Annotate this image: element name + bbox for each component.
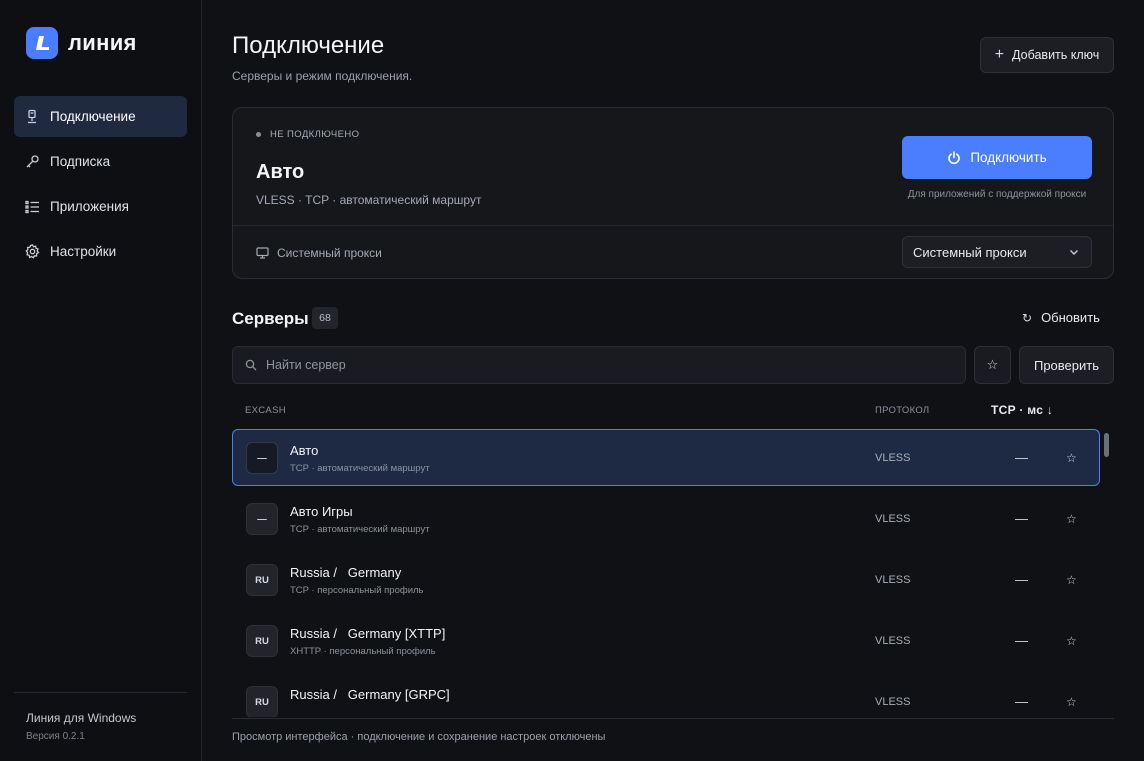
server-ping: — bbox=[1015, 450, 1028, 465]
list-scrollbar[interactable] bbox=[1104, 433, 1109, 457]
search-icon bbox=[245, 359, 257, 371]
add-key-label: Добавить ключ bbox=[1012, 48, 1100, 62]
refresh-label: Обновить bbox=[1041, 310, 1100, 325]
refresh-button[interactable]: ↻ Обновить bbox=[1022, 310, 1100, 325]
proxy-label-text: Системный прокси bbox=[277, 246, 382, 260]
chevron-down-icon bbox=[1068, 246, 1080, 258]
app-name: линия bbox=[68, 30, 137, 55]
sidebar-item-label: Настройки bbox=[50, 244, 117, 259]
proxy-mode-value: Системный прокси bbox=[913, 244, 1027, 260]
server-row[interactable]: — Авто TCP · автоматический маршрут VLES… bbox=[232, 429, 1100, 486]
server-ping: — bbox=[1015, 633, 1028, 648]
servers-title: Серверы bbox=[232, 309, 309, 328]
server-row[interactable]: — Авто Игры TCP · автоматический маршрут… bbox=[232, 490, 1100, 547]
connect-hint: Для приложений с поддержкой прокси bbox=[907, 189, 1087, 200]
server-protocol: VLESS bbox=[875, 635, 911, 647]
search-input[interactable] bbox=[266, 358, 866, 372]
country-badge: RU bbox=[246, 686, 278, 717]
connection-server-name: Авто bbox=[256, 161, 305, 183]
server-row[interactable]: RU Russia / Germany [XTTP] XHTTP · персо… bbox=[232, 612, 1100, 669]
server-ping: — bbox=[1015, 511, 1028, 526]
server-name: Авто bbox=[290, 443, 319, 458]
favorite-star-icon[interactable]: ☆ bbox=[1066, 512, 1077, 526]
favorites-filter-button[interactable]: ☆ bbox=[974, 346, 1011, 384]
monitor-icon bbox=[256, 247, 269, 259]
connection-status: НЕ ПОДКЛЮЧЕНО bbox=[256, 129, 359, 140]
server-name: Russia / Germany bbox=[290, 565, 402, 580]
sidebar: линия Подключение Подписка Приложения На… bbox=[0, 0, 202, 761]
country-badge: RU bbox=[246, 564, 278, 596]
server-details: TCP · персональный профиль bbox=[290, 585, 424, 596]
sidebar-nav: Подключение Подписка Приложения Настройк… bbox=[14, 96, 187, 276]
server-ping: — bbox=[1015, 694, 1028, 709]
server-ping: — bbox=[1015, 572, 1028, 587]
favorite-star-icon[interactable]: ☆ bbox=[1066, 573, 1077, 587]
favorite-star-icon[interactable]: ☆ bbox=[1066, 451, 1077, 465]
sidebar-item-connection[interactable]: Подключение bbox=[14, 96, 187, 137]
country-badge: — bbox=[246, 503, 278, 535]
sidebar-divider bbox=[14, 692, 187, 693]
footer-divider bbox=[232, 718, 1114, 719]
server-details: TCP · автоматический маршрут bbox=[290, 463, 430, 474]
connect-label: Подключить bbox=[970, 150, 1047, 165]
app-footer-title: Линия для Windows bbox=[26, 711, 137, 725]
proxy-mode-select[interactable]: Системный прокси bbox=[902, 236, 1092, 268]
server-name: Авто Игры bbox=[290, 504, 353, 519]
sidebar-item-label: Приложения bbox=[50, 199, 129, 214]
check-servers-button[interactable]: Проверить bbox=[1019, 346, 1114, 384]
server-protocol: VLESS bbox=[875, 574, 911, 586]
plus-icon: + bbox=[994, 46, 1005, 63]
server-row[interactable]: RU Russia / Germany TCP · персональный п… bbox=[232, 551, 1100, 608]
server-name: Russia / Germany [XTTP] bbox=[290, 626, 446, 641]
country-badge: — bbox=[246, 442, 278, 474]
server-details: TCP · автоматический маршрут bbox=[290, 524, 430, 535]
connection-card: НЕ ПОДКЛЮЧЕНО Авто VLESS · TCP · автомат… bbox=[232, 107, 1114, 279]
server-protocol: VLESS bbox=[875, 696, 911, 708]
favorite-star-icon[interactable]: ☆ bbox=[1066, 695, 1077, 709]
server-details: XHTTP · персональный профиль bbox=[290, 646, 436, 657]
app-version: Версия 0.2.1 bbox=[26, 731, 85, 742]
connect-button[interactable]: Подключить bbox=[902, 136, 1092, 179]
star-icon: ☆ bbox=[986, 357, 999, 372]
card-divider bbox=[233, 225, 1113, 226]
server-row[interactable]: RU Russia / Germany [GRPC] VLESS — ☆ bbox=[232, 673, 1100, 717]
footer-note: Просмотр интерфейса · подключение и сохр… bbox=[232, 731, 606, 743]
power-icon bbox=[947, 150, 961, 165]
sidebar-item-settings[interactable]: Настройки bbox=[14, 231, 187, 272]
status-text: НЕ ПОДКЛЮЧЕНО bbox=[270, 129, 360, 140]
server-list: — Авто TCP · автоматический маршрут VLES… bbox=[232, 429, 1100, 717]
country-badge: RU bbox=[246, 625, 278, 657]
proxy-mode-label: Системный прокси bbox=[256, 246, 382, 260]
sidebar-item-apps[interactable]: Приложения bbox=[14, 186, 187, 227]
refresh-icon: ↻ bbox=[1022, 310, 1033, 325]
logo-mark-icon bbox=[26, 27, 58, 59]
add-key-button[interactable]: + Добавить ключ bbox=[980, 37, 1114, 73]
column-header-ping-sort[interactable]: TCP · мс ↓ bbox=[991, 403, 1053, 417]
servers-count-badge: 68 bbox=[312, 307, 338, 329]
page-title: Подключение bbox=[232, 32, 385, 59]
list-icon bbox=[24, 199, 40, 215]
favorite-star-icon[interactable]: ☆ bbox=[1066, 634, 1077, 648]
sidebar-item-label: Подключение bbox=[50, 109, 136, 124]
connection-meta: VLESS · TCP · автоматический маршрут bbox=[256, 193, 482, 207]
server-protocol: VLESS bbox=[875, 452, 911, 464]
column-header-protocol: ПРОТОКОЛ bbox=[875, 405, 930, 416]
sidebar-item-label: Подписка bbox=[50, 154, 111, 169]
page-subtitle: Серверы и режим подключения. bbox=[232, 69, 413, 83]
server-protocol: VLESS bbox=[875, 513, 911, 525]
gear-icon bbox=[24, 244, 40, 260]
plug-icon bbox=[24, 109, 40, 125]
status-dot-icon bbox=[256, 132, 261, 137]
check-label: Проверить bbox=[1033, 357, 1099, 373]
key-icon bbox=[24, 154, 40, 170]
server-search bbox=[232, 346, 966, 384]
sidebar-item-subscription[interactable]: Подписка bbox=[14, 141, 187, 182]
column-header-group: EXCASH bbox=[245, 405, 286, 416]
server-name: Russia / Germany [GRPC] bbox=[290, 687, 450, 702]
app-logo: линия bbox=[26, 27, 137, 59]
